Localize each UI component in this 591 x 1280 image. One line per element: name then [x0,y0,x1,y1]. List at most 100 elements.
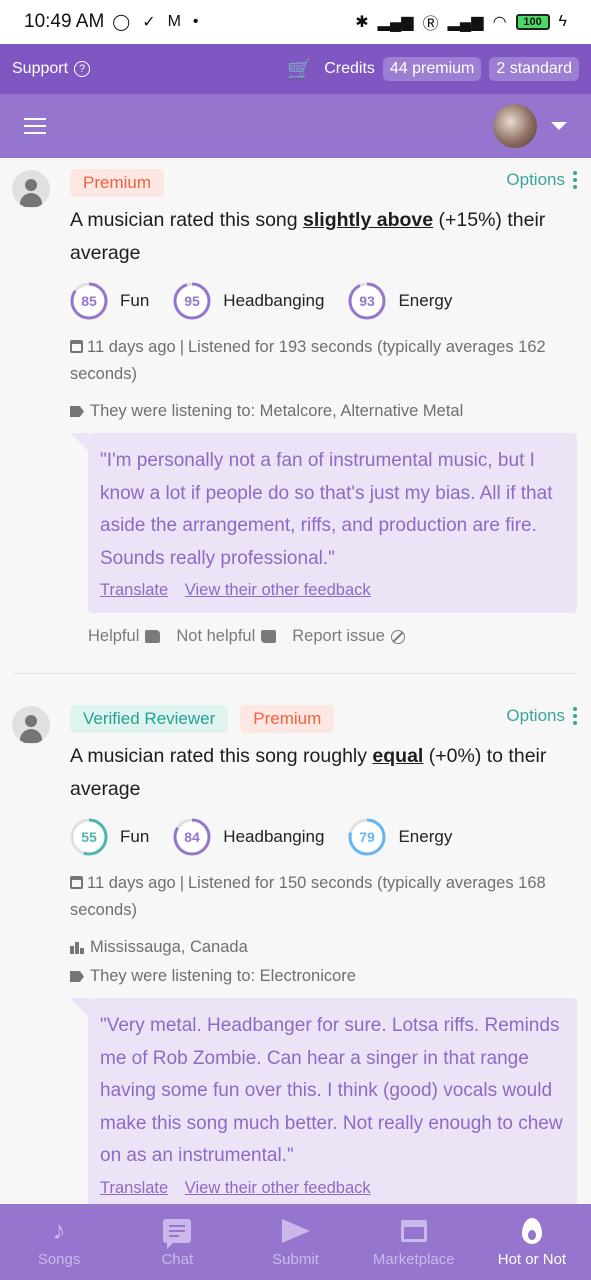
review-date: 11 days ago [87,874,176,892]
quote-text: "I'm personally not a fan of instrumenta… [100,450,553,569]
score-ring: 93 [348,282,386,320]
calendar-icon [70,876,83,889]
calendar-icon [70,340,83,353]
tab-hot-or-not[interactable]: Hot or Not [473,1204,591,1280]
options-button[interactable]: Options [506,706,577,726]
tab-submit[interactable]: Submit [236,1204,354,1280]
quote-text: "Very metal. Headbanger for sure. Lotsa … [100,1015,563,1166]
more-vert-icon [573,171,577,189]
tag-icon [70,971,84,982]
chat-icon [163,1217,192,1249]
reviewer-avatar [12,706,50,744]
score-ring: 55 [70,818,108,856]
tab-songs[interactable]: ♪ Songs [0,1204,118,1280]
support-link[interactable]: Support ? [12,60,91,78]
tag-icon [70,406,84,417]
credits-bar: Support ? 🛒 Credits 44 premium 2 standar… [0,44,591,94]
rating-emphasis: slightly above [303,209,434,231]
feedback-quote: "Very metal. Headbanger for sure. Lotsa … [70,998,577,1204]
genre-text: They were listening to: Metalcore, Alter… [90,402,464,420]
signal-icon-2: ▂▄▆ [447,14,484,31]
premium-credits-chip[interactable]: 44 premium [382,57,482,81]
app-bar [0,94,591,158]
thumbs-down-icon [261,630,277,643]
listen-info: 11 days ago | Listened for 193 seconds (ty… [70,338,546,383]
user-menu[interactable] [493,104,567,148]
credits-label: Credits [324,60,375,77]
helpful-button[interactable]: Helpful [88,627,161,646]
other-feedback-link[interactable]: View their other feedback [185,1179,371,1197]
help-icon: ? [74,61,91,77]
score-ring: 84 [173,818,211,856]
not-helpful-button[interactable]: Not helpful [176,627,277,646]
dot-icon: • [192,13,199,30]
location-text: Mississauga, Canada [90,938,248,956]
tab-label: Chat [161,1250,194,1268]
options-label: Options [506,706,565,725]
tab-label: Songs [37,1250,81,1268]
score-label: Fun [120,291,150,310]
status-bar: 10:49 AM ◯ ✓ M • ✱ ▂▄▆ Ⓡ ▂▄▆ ◠ 100 ϟ [0,0,591,44]
rating-emphasis: equal [372,745,424,767]
options-button[interactable]: Options [506,170,577,190]
score-energy: 79 Energy [348,818,452,856]
genre-info: They were listening to: Electronicore [70,967,577,986]
tab-label: Marketplace [372,1250,455,1268]
score-value: 55 [81,829,97,845]
more-vert-icon [573,707,577,725]
tab-chat[interactable]: Chat [118,1204,236,1280]
reviewer-avatar [12,170,50,208]
location-info: Mississauga, Canada [70,938,577,957]
feedback-feed: Premium Options A musician rated this so… [0,158,591,1204]
score-label: Headbanging [223,291,325,310]
score-energy: 93 Energy [348,282,452,320]
score-ring: 85 [70,282,108,320]
tab-label: Submit [272,1250,319,1268]
cart-icon[interactable]: 🛒 [287,57,312,82]
user-avatar[interactable] [493,104,537,148]
score-fun: 85 Fun [70,282,149,320]
score-headbanging: 95 Headbanging [173,282,324,320]
send-icon [281,1217,310,1245]
feedback-card: Premium Options A musician rated this so… [0,158,591,646]
score-row: 55 Fun 84 Headbanging 79 Energy [70,818,577,856]
listen-info: 11 days ago | Listened for 150 seconds (ty… [70,874,546,919]
score-fun: 55 Fun [70,818,149,856]
thumbs-up-icon [145,630,161,643]
menu-icon[interactable] [24,118,46,134]
bluetooth-icon: ✱ [355,14,369,31]
signal-icon: ▂▄▆ [377,14,414,31]
wifi-icon: ◠ [492,14,507,31]
store-icon [400,1217,427,1245]
premium-badge: Premium [70,169,165,197]
score-label: Energy [398,827,453,846]
checkmark-icon: ✓ [142,14,156,31]
genre-text: They were listening to: Electronicore [90,967,356,985]
tab-marketplace[interactable]: Marketplace [355,1204,473,1280]
music-note-icon: ♪ [52,1215,66,1245]
score-ring: 79 [348,818,386,856]
other-feedback-link[interactable]: View their other feedback [185,581,371,599]
translate-link[interactable]: Translate [100,581,168,599]
score-value: 93 [360,293,376,309]
feedback-actions: Helpful Not helpful Report issue [70,627,577,646]
score-headbanging: 84 Headbanging [173,818,324,856]
bottom-navigation: ♪ Songs Chat Submit Marketplace Hot or N… [0,1204,591,1280]
rating-headline: A musician rated this song slightly abov… [70,209,546,264]
translate-link[interactable]: Translate [100,1179,168,1197]
tab-label: Hot or Not [497,1250,567,1268]
block-icon [390,629,405,644]
score-value: 85 [81,293,97,309]
standard-credits-chip[interactable]: 2 standard [489,57,579,81]
report-issue-button[interactable]: Report issue [292,627,405,646]
verified-reviewer-badge: Verified Reviewer [70,705,229,733]
score-label: Energy [398,291,453,310]
m-app-icon: M [167,13,181,30]
genre-info: They were listening to: Metalcore, Alter… [70,402,577,421]
battery-icon: 100 [515,14,550,30]
chevron-down-icon[interactable] [551,122,567,130]
roaming-icon: Ⓡ [422,16,439,33]
rating-headline: A musician rated this song roughly equal… [70,745,547,800]
flame-icon [521,1217,542,1245]
score-value: 79 [360,829,376,845]
